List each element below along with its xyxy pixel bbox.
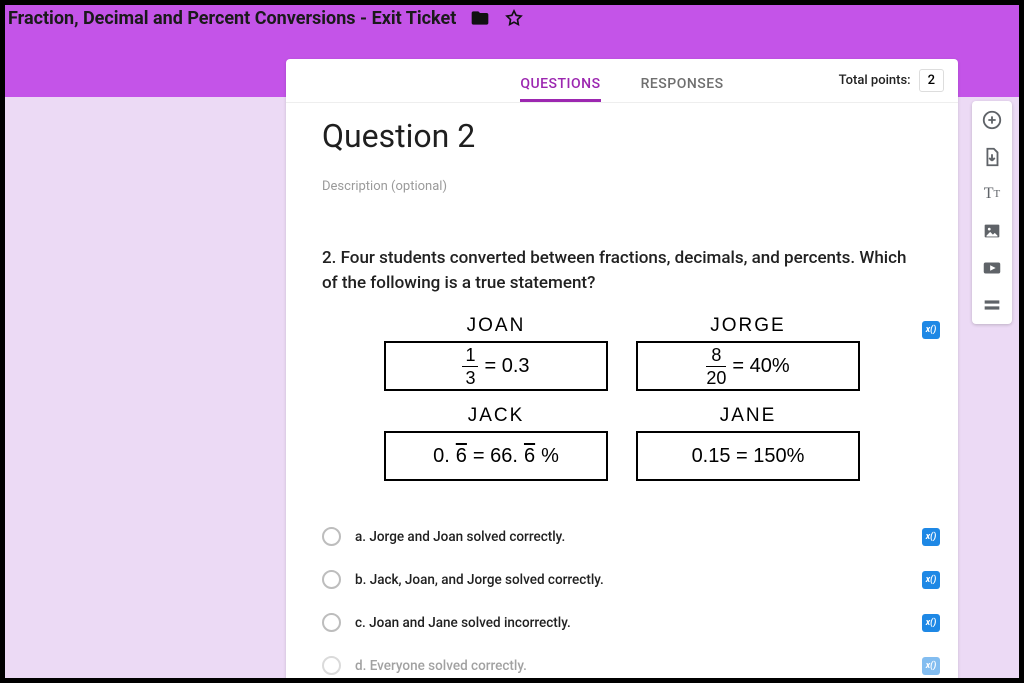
card-body: Question 2 Description (optional) 2. Fou…: [286, 103, 958, 675]
total-points-label: Total points:: [839, 73, 911, 88]
add-image-icon[interactable]: [981, 220, 1003, 242]
figure-box: 8 20 = 40%: [636, 341, 860, 391]
equation-editor-icon[interactable]: x(): [922, 614, 940, 632]
side-toolbar: TT: [972, 101, 1012, 324]
option-label: c. Joan and Jane solved incorrectly.: [355, 615, 571, 631]
fraction: 1 3: [462, 346, 478, 387]
add-title-icon[interactable]: TT: [981, 183, 1003, 205]
figure-cell-joan: JOAN 1 3 = 0.3: [384, 315, 608, 391]
radio-icon[interactable]: [322, 527, 341, 546]
figure-name: JANE: [636, 405, 860, 427]
figure-name: JORGE: [636, 315, 860, 337]
options-list: a. Jorge and Joan solved correctly. x() …: [322, 527, 922, 675]
description-placeholder[interactable]: Description (optional): [322, 179, 922, 194]
conversion-figure: JOAN 1 3 = 0.3 JORGE: [384, 315, 860, 481]
question-stem[interactable]: 2. Four students converted between fract…: [322, 246, 922, 295]
form-title[interactable]: Fraction, Decimal and Percent Conversion…: [8, 8, 456, 29]
radio-icon[interactable]: [322, 656, 341, 675]
figure-name: JOAN: [384, 315, 608, 337]
radio-icon[interactable]: [322, 570, 341, 589]
fraction: 8 20: [706, 346, 726, 387]
tabs-row: QUESTIONS RESPONSES Total points: 2: [286, 59, 958, 103]
app-frame: Fraction, Decimal and Percent Conversion…: [5, 5, 1019, 678]
figure-box: 1 3 = 0.3: [384, 341, 608, 391]
add-video-icon[interactable]: [981, 257, 1003, 279]
figure-cell-jorge: JORGE 8 20 = 40%: [636, 315, 860, 391]
figure-name: JACK: [384, 405, 608, 427]
add-section-icon[interactable]: [981, 294, 1003, 316]
total-points: Total points: 2: [839, 69, 944, 92]
star-icon[interactable]: [504, 8, 524, 28]
equation-editor-icon[interactable]: x(): [922, 571, 940, 589]
equation-editor-icon[interactable]: x(): [922, 528, 940, 546]
form-card: QUESTIONS RESPONSES Total points: 2 Ques…: [286, 59, 958, 678]
option-a[interactable]: a. Jorge and Joan solved correctly. x(): [322, 527, 922, 546]
figure-box: 0.6 = 66.6%: [384, 431, 608, 481]
option-label: a. Jorge and Joan solved correctly.: [355, 529, 565, 545]
figure-box: 0.15 = 150%: [636, 431, 860, 481]
tab-responses[interactable]: RESPONSES: [641, 76, 724, 102]
equation-editor-icon[interactable]: x(): [922, 657, 940, 675]
total-points-value[interactable]: 2: [919, 69, 944, 92]
equation-editor-icon[interactable]: x(): [922, 321, 940, 339]
option-b[interactable]: b. Jack, Joan, and Jorge solved correctl…: [322, 570, 922, 589]
add-question-icon[interactable]: [981, 109, 1003, 131]
question-title[interactable]: Question 2: [322, 117, 922, 155]
import-questions-icon[interactable]: [981, 146, 1003, 168]
option-c[interactable]: c. Joan and Jane solved incorrectly. x(): [322, 613, 922, 632]
tab-questions[interactable]: QUESTIONS: [520, 76, 600, 102]
figure-cell-jane: JANE 0.15 = 150%: [636, 405, 860, 481]
title-row: Fraction, Decimal and Percent Conversion…: [5, 5, 1019, 31]
folder-icon[interactable]: [470, 8, 490, 28]
radio-icon[interactable]: [322, 613, 341, 632]
option-label: d. Everyone solved correctly.: [355, 658, 527, 674]
figure-cell-jack: JACK 0.6 = 66.6%: [384, 405, 608, 481]
option-label: b. Jack, Joan, and Jorge solved correctl…: [355, 572, 604, 588]
option-d[interactable]: d. Everyone solved correctly. x(): [322, 656, 922, 675]
